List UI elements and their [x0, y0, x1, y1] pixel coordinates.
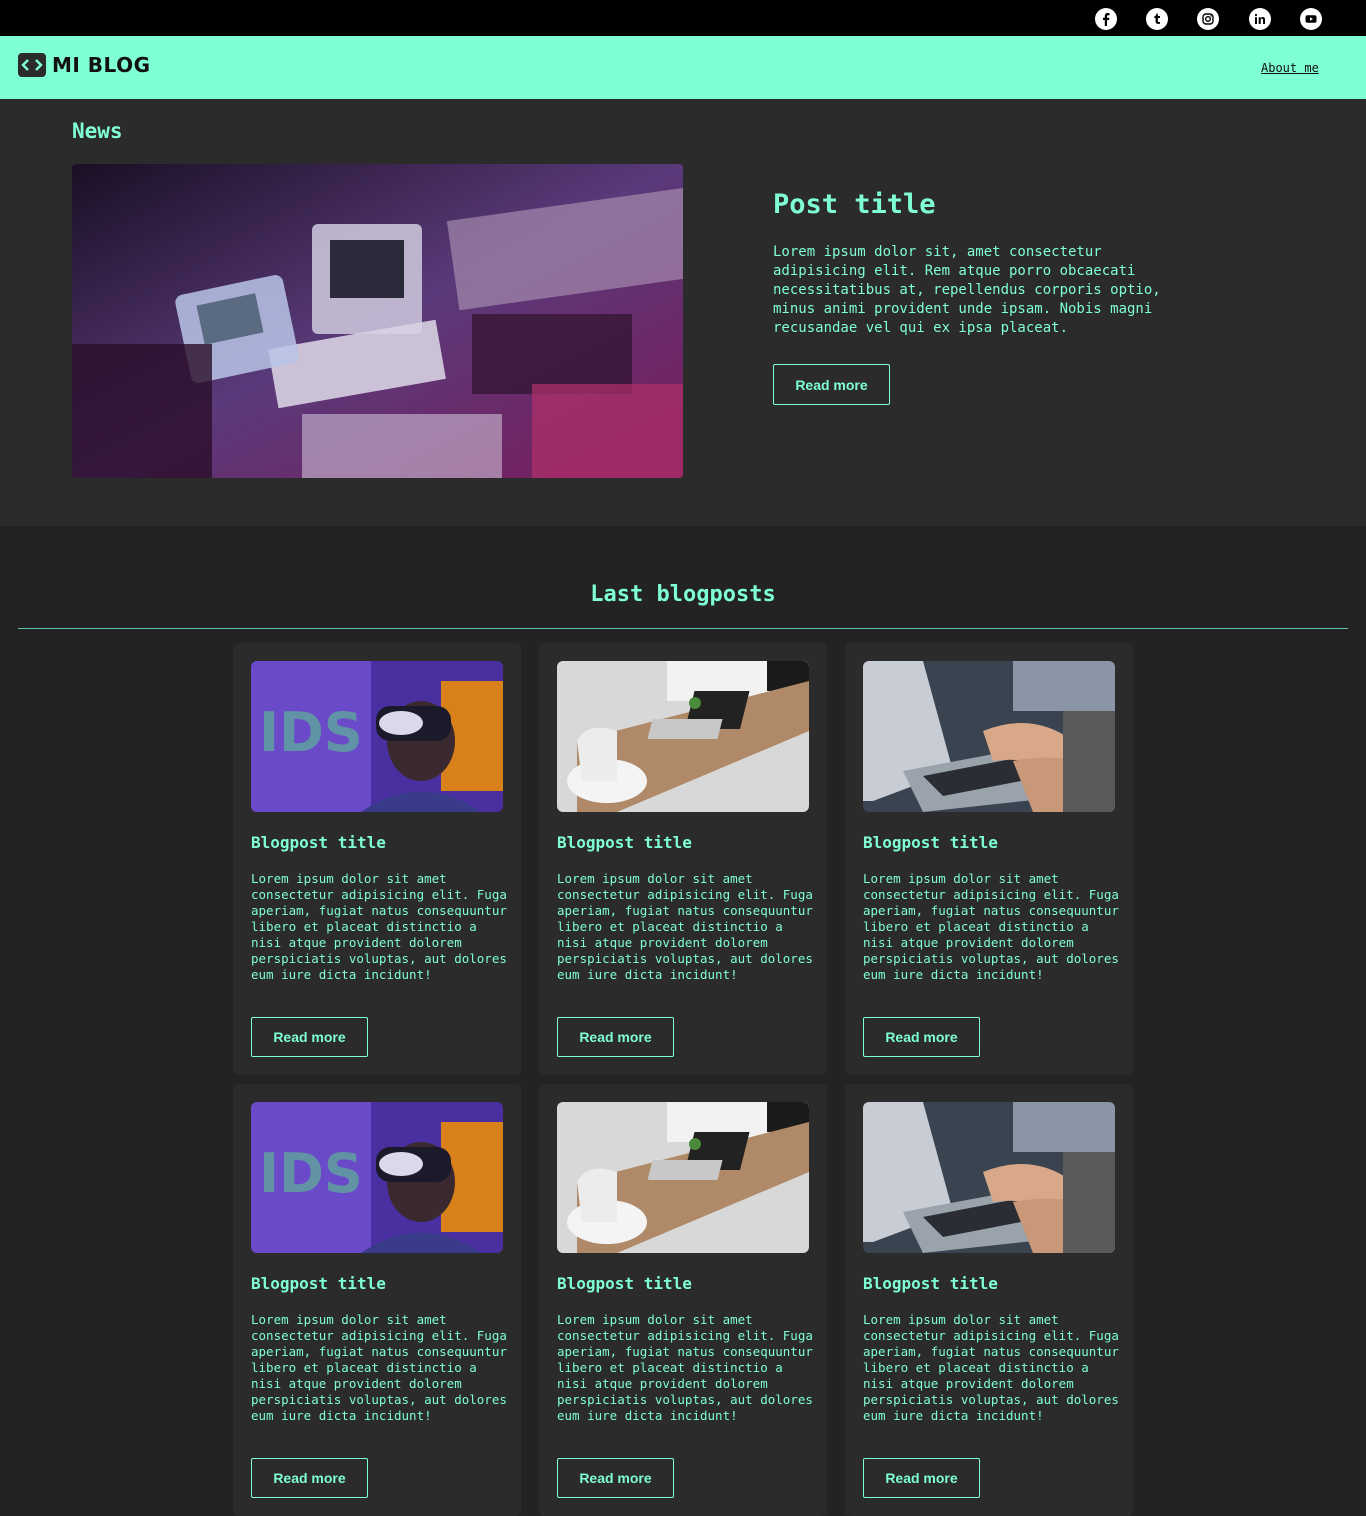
blogpost-card: IDS Blogpost title Lorem ipsum dolor sit… [233, 1084, 521, 1516]
svg-text:IDS: IDS [259, 701, 363, 764]
site-logo[interactable]: MI BLOG [18, 53, 151, 77]
instagram-icon[interactable] [1197, 8, 1219, 30]
blogpost-title: Blogpost title [557, 833, 692, 852]
linkedin-icon[interactable] [1249, 8, 1271, 30]
blogpost-excerpt: Lorem ipsum dolor sit amet consectetur a… [863, 1312, 1119, 1423]
blogpost-excerpt: Lorem ipsum dolor sit amet consectetur a… [557, 871, 813, 982]
logo-text: MI BLOG [52, 53, 151, 77]
blogpost-excerpt: Lorem ipsum dolor sit amet consectetur a… [863, 871, 1119, 982]
site-header: MI BLOG About me [0, 36, 1366, 99]
read-more-button[interactable]: Read more [863, 1017, 980, 1057]
facebook-icon[interactable] [1095, 8, 1117, 30]
blogpost-title: Blogpost title [863, 833, 998, 852]
blogpost-card: Blogpost title Lorem ipsum dolor sit ame… [845, 1084, 1133, 1516]
blogpost-card: Blogpost title Lorem ipsum dolor sit ame… [539, 643, 827, 1075]
youtube-icon[interactable] [1300, 8, 1322, 30]
blogpost-title: Blogpost title [863, 1274, 998, 1293]
post-title: Post title [773, 189, 936, 220]
blogpost-excerpt: Lorem ipsum dolor sit amet consectetur a… [557, 1312, 813, 1423]
laptop-desk-image [557, 661, 809, 812]
typing-hands-image [863, 661, 1115, 812]
blogposts-heading: Last blogposts [590, 582, 776, 607]
read-more-button[interactable]: Read more [557, 1458, 674, 1498]
news-heading: News [72, 119, 123, 143]
blogpost-card: Blogpost title Lorem ipsum dolor sit ame… [845, 643, 1133, 1075]
post-excerpt: Lorem ipsum dolor sit, amet consectetur … [773, 244, 1161, 336]
blogpost-excerpt: Lorem ipsum dolor sit amet consectetur a… [251, 871, 507, 982]
read-more-button[interactable]: Read more [557, 1017, 674, 1057]
blogpost-card: Blogpost title Lorem ipsum dolor sit ame… [539, 1084, 827, 1516]
vr-headset-image: IDS [251, 1102, 503, 1253]
social-bar [0, 0, 1366, 36]
read-more-button[interactable]: Read more [863, 1458, 980, 1498]
read-more-button[interactable]: Read more [251, 1458, 368, 1498]
hero-image [72, 164, 683, 478]
blogpost-excerpt: Lorem ipsum dolor sit amet consectetur a… [251, 1312, 507, 1423]
typing-hands-image [863, 1102, 1115, 1253]
section-divider [18, 628, 1348, 629]
blogpost-title: Blogpost title [251, 833, 386, 852]
tumblr-icon[interactable] [1146, 8, 1168, 30]
about-me-link[interactable]: About me [1261, 61, 1319, 75]
news-section: News Post title Lorem ipsum dolor sit, a… [0, 99, 1366, 526]
code-brackets-icon [18, 53, 46, 77]
vr-headset-image: IDS [251, 661, 503, 812]
laptop-desk-image [557, 1102, 809, 1253]
read-more-button[interactable]: Read more [251, 1017, 368, 1057]
blogpost-title: Blogpost title [557, 1274, 692, 1293]
svg-text:IDS: IDS [259, 1142, 363, 1205]
read-more-button[interactable]: Read more [773, 364, 890, 405]
blogpost-title: Blogpost title [251, 1274, 386, 1293]
blogpost-card: IDS Blogpost title Lorem ipsum dolor sit… [233, 643, 521, 1075]
